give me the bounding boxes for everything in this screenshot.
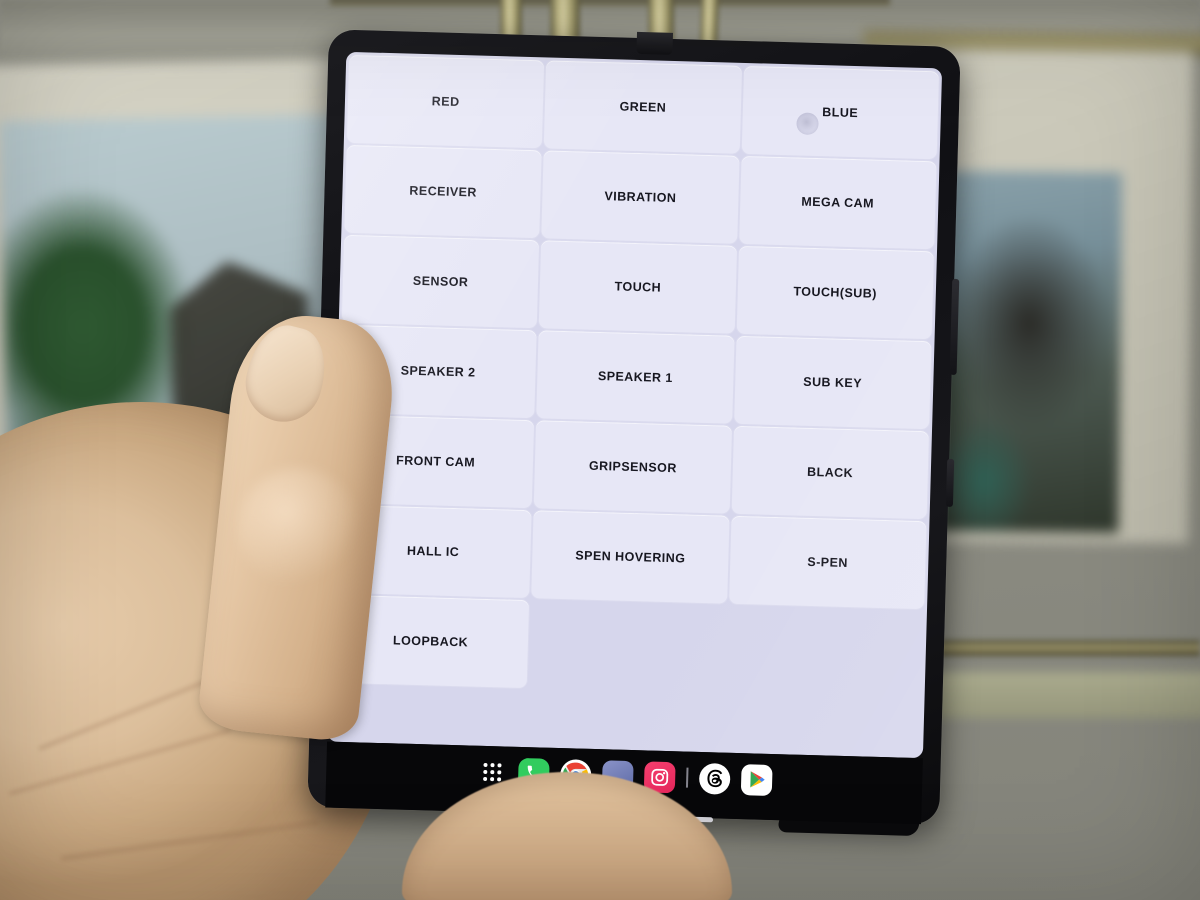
fold-hinge-notch (636, 31, 674, 55)
test-button[interactable]: GREEN (543, 59, 743, 155)
play-store-glyph (749, 771, 765, 788)
test-button[interactable]: SENSOR (340, 233, 541, 330)
test-button[interactable]: SUB KEY (732, 334, 933, 431)
test-button[interactable]: VIBRATION (540, 149, 741, 245)
test-button[interactable]: MEGA CAM (737, 154, 938, 251)
dock-divider (685, 767, 689, 788)
threads-glyph (706, 769, 722, 788)
test-button[interactable]: RECEIVER (343, 143, 544, 240)
thumb-highlight (238, 468, 358, 588)
power-button[interactable] (945, 458, 955, 507)
test-button[interactable]: SPEN HOVERING (530, 509, 731, 605)
frame-top-rail (330, 0, 890, 6)
test-button[interactable]: TOUCH(SUB) (735, 244, 936, 341)
play-store-icon[interactable] (740, 763, 773, 796)
phone-screen: RED GREEN BLUE RECEIVER VIBRATION MEGA C… (327, 51, 943, 759)
hardware-test-grid: RED GREEN BLUE RECEIVER VIBRATION MEGA C… (329, 52, 942, 698)
threads-icon[interactable] (698, 762, 731, 795)
test-button[interactable]: RED (345, 53, 546, 150)
test-button[interactable]: BLUE (740, 64, 941, 161)
photo-scene: RED GREEN BLUE RECEIVER VIBRATION MEGA C… (0, 0, 1200, 900)
test-button[interactable]: TOUCH (538, 239, 738, 335)
instagram-glyph (651, 768, 669, 786)
apps-grid-glyph (482, 762, 502, 782)
test-button[interactable]: S-PEN (727, 514, 928, 611)
foldable-phone: RED GREEN BLUE RECEIVER VIBRATION MEGA C… (307, 29, 961, 837)
test-button[interactable]: SPEAKER 1 (535, 329, 736, 425)
test-button[interactable]: BLACK (730, 424, 931, 521)
grid-empty-slot (725, 605, 925, 700)
grid-empty-slot (528, 599, 728, 694)
test-button[interactable]: GRIPSENSOR (532, 419, 733, 515)
